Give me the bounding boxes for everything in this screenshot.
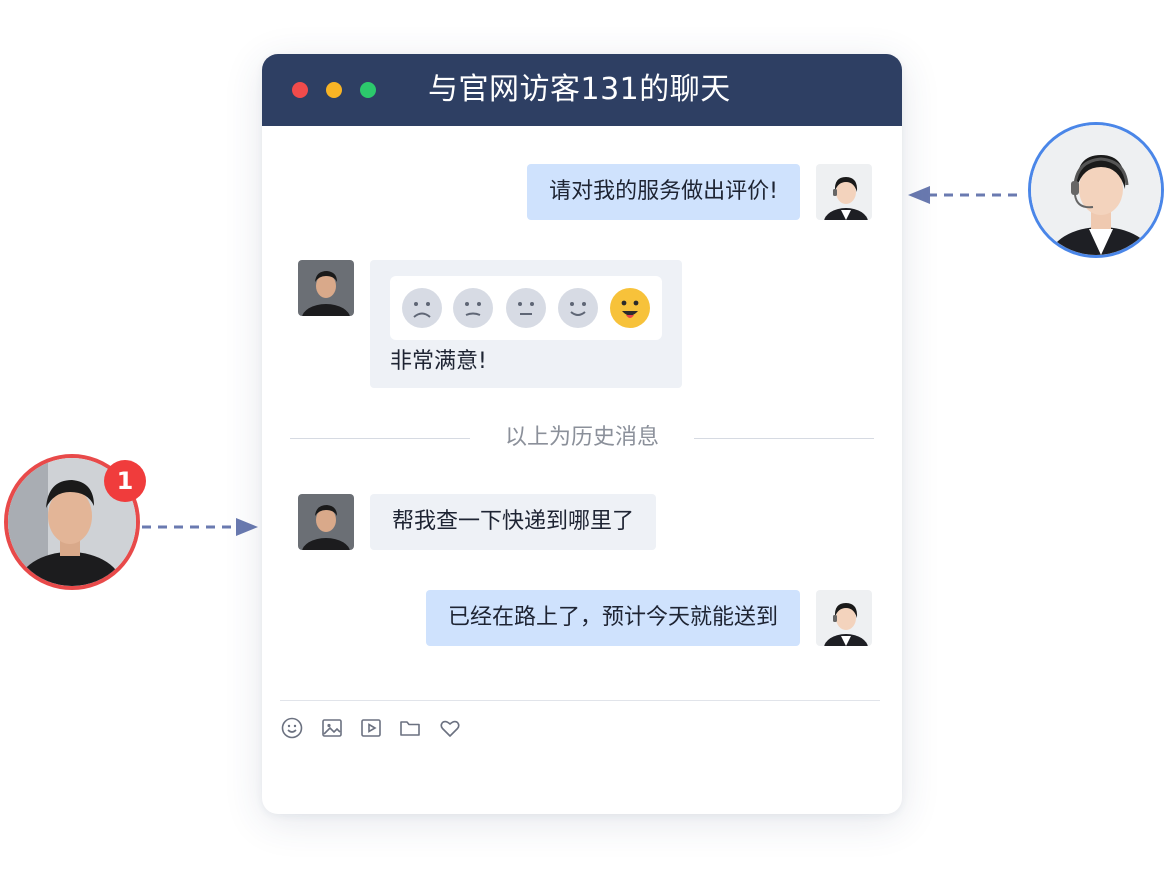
agent-avatar-large[interactable]: [1028, 122, 1164, 258]
chat-window: 与官网访客131的聊天 请对我的服务做出评价! 非常满意! 以上为历史消息 帮我…: [262, 54, 902, 814]
visitor-avatar[interactable]: [298, 260, 354, 316]
very-unsatisfied-face-icon[interactable]: [402, 288, 442, 328]
visitor-arrow: [142, 518, 258, 536]
history-divider: 以上为历史消息: [504, 425, 659, 450]
agent-arrow: [908, 186, 1024, 204]
divider-line-right: [694, 438, 874, 439]
neutral-face-icon[interactable]: [506, 288, 546, 328]
agent-avatar[interactable]: [816, 590, 872, 646]
image-icon[interactable]: [320, 716, 344, 740]
agent-message: 请对我的服务做出评价!: [527, 164, 800, 220]
input-separator: [280, 700, 880, 701]
window-title: 与官网访客131的聊天: [428, 72, 731, 107]
unread-badge: 1: [104, 460, 146, 502]
visitor-message: 帮我查一下快递到哪里了: [370, 494, 657, 550]
visitor-avatar[interactable]: [298, 494, 354, 550]
rating-message: 非常满意!: [370, 260, 682, 388]
rating-comment: 非常满意!: [390, 349, 487, 374]
heart-icon[interactable]: [438, 716, 462, 740]
video-icon[interactable]: [359, 716, 383, 740]
emoji-icon[interactable]: [280, 716, 304, 740]
minimize-dot[interactable]: [326, 82, 342, 98]
title-bar: 与官网访客131的聊天: [262, 54, 902, 126]
very-satisfied-face-icon[interactable]: [610, 288, 650, 328]
agent-message: 已经在路上了，预计今天就能送到: [425, 590, 800, 646]
maximize-dot[interactable]: [360, 82, 376, 98]
unsatisfied-face-icon[interactable]: [453, 288, 493, 328]
satisfied-face-icon[interactable]: [558, 288, 598, 328]
divider-line-left: [290, 438, 470, 439]
agent-avatar[interactable]: [816, 164, 872, 220]
close-dot[interactable]: [292, 82, 308, 98]
folder-icon[interactable]: [398, 716, 422, 740]
rating-widget: [390, 276, 662, 340]
